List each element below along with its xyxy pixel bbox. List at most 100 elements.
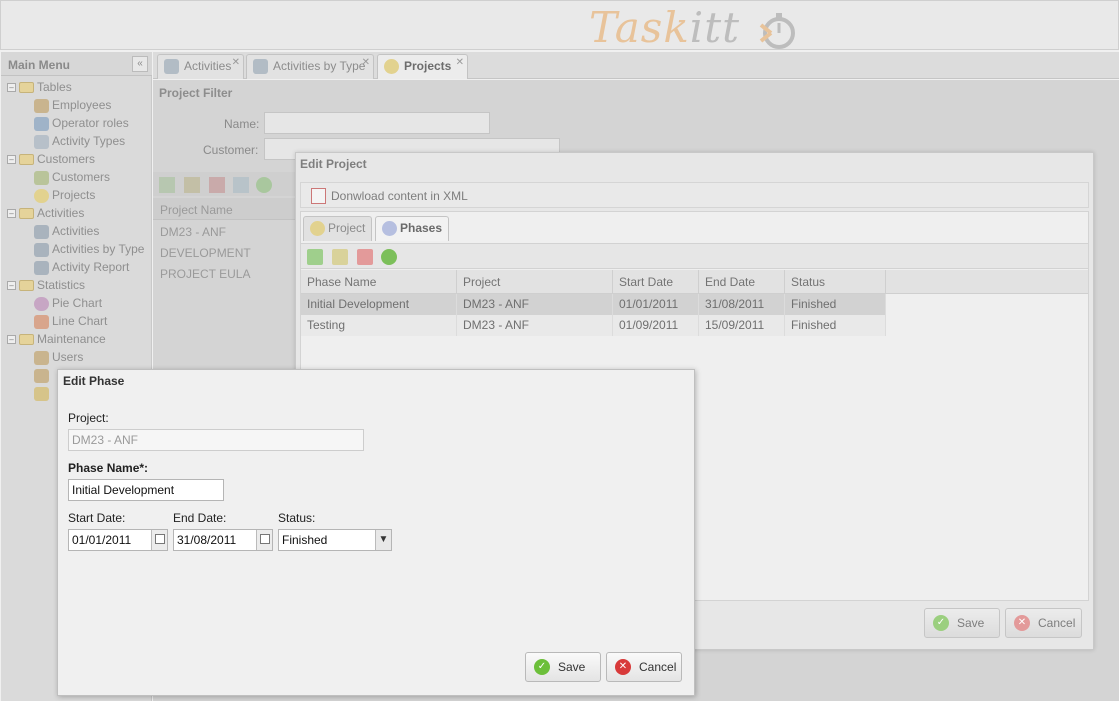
add-phase-icon[interactable]	[307, 249, 323, 265]
close-tab-icon[interactable]: ✕	[232, 51, 240, 74]
folder-icon	[19, 208, 34, 220]
tree-item-activity-types[interactable]: Activity Types	[34, 132, 125, 150]
tools-icon	[164, 59, 179, 74]
cell-status: Finished	[785, 294, 886, 315]
start-date-field[interactable]: 01/01/2011	[68, 529, 168, 551]
collapse-toggle-icon[interactable]: –	[7, 83, 16, 93]
add-icon[interactable]	[159, 177, 175, 193]
edit-icon[interactable]	[184, 177, 200, 193]
tree-item-customers-group[interactable]: – Customers	[7, 150, 95, 168]
tree-item-maintenance-group[interactable]: – Maintenance	[7, 330, 106, 348]
column-start-date[interactable]: Start Date	[613, 270, 699, 294]
cell-end-date: 31/08/2011	[699, 294, 785, 315]
tree-item-label: Operator roles	[52, 116, 129, 130]
check-icon: ✓	[534, 659, 550, 675]
column-phase-name[interactable]: Phase Name	[301, 270, 457, 294]
tree-item-label: Activities by Type	[52, 242, 145, 256]
pie-chart-icon	[34, 296, 49, 311]
project-row[interactable]: PROJECT EULA	[160, 267, 250, 281]
start-date-value: 01/01/2011	[72, 533, 132, 547]
customers-icon	[34, 170, 49, 185]
collapse-toggle-icon[interactable]: –	[7, 281, 16, 291]
tree-item-activities[interactable]: Activities	[34, 222, 99, 240]
column-end-date[interactable]: End Date	[699, 270, 785, 294]
chevron-down-icon[interactable]: ▼	[375, 530, 391, 550]
folder-icon	[19, 334, 34, 346]
calendar-icon[interactable]	[256, 530, 272, 550]
cell-start-date: 01/01/2011	[613, 294, 699, 315]
tree-item-label: Activity Types	[52, 134, 126, 148]
tree-item-activities-by-type[interactable]: Activities by Type	[34, 240, 144, 258]
cancel-button[interactable]: ✕ Cancel	[606, 652, 682, 682]
collapse-sidebar-icon[interactable]: «	[132, 56, 148, 72]
tree-item-operator-roles[interactable]: Operator roles	[34, 114, 129, 132]
collapse-toggle-icon[interactable]: –	[7, 209, 16, 219]
collapse-toggle-icon[interactable]: –	[7, 155, 16, 165]
close-tab-icon[interactable]: ✕	[456, 51, 464, 74]
lightbulb-icon	[34, 188, 49, 203]
delete-icon[interactable]	[209, 177, 225, 193]
refresh-icon[interactable]	[381, 249, 397, 265]
tab-label: Project	[328, 221, 366, 235]
table-row[interactable]: Initial Development DM23 - ANF 01/01/201…	[301, 294, 886, 315]
collapse-toggle-icon[interactable]: –	[7, 335, 16, 345]
tree-item-line-chart[interactable]: Line Chart	[34, 312, 107, 330]
close-tab-icon[interactable]: ✕	[362, 51, 370, 74]
project-row[interactable]: DM23 - ANF	[160, 225, 226, 239]
delete-phase-icon[interactable]	[357, 249, 373, 265]
tab-label: Activities	[184, 59, 232, 73]
save-label: Save	[558, 660, 586, 674]
status-select[interactable]: Finished ▼	[278, 529, 392, 551]
edit-project-title: Edit Project	[300, 157, 367, 171]
column-status[interactable]: Status	[785, 270, 886, 294]
export-icon[interactable]	[233, 177, 249, 193]
tab-activities[interactable]: Activities ✕	[157, 54, 244, 79]
phases-grid-header: Phase Name Project Start Date End Date S…	[301, 270, 1088, 294]
tree-item-label: Maintenance	[37, 332, 106, 346]
project-row[interactable]: DEVELOPMENT	[160, 246, 251, 260]
tree-item-users[interactable]: Users	[34, 348, 83, 366]
tree-item-tables[interactable]: – Tables	[7, 78, 72, 96]
tab-label: Projects	[404, 59, 452, 73]
project-filter-title: Project Filter	[159, 86, 233, 100]
clock-icon	[382, 221, 397, 236]
tab-phases[interactable]: Phases	[375, 216, 449, 241]
end-date-label: End Date:	[173, 511, 227, 525]
refresh-icon[interactable]	[256, 177, 272, 193]
logo-text-task: Task	[589, 3, 690, 52]
tab-projects[interactable]: Projects ✕	[377, 54, 468, 79]
tree-item-activity-report[interactable]: Activity Report	[34, 258, 129, 276]
tree-item-customers[interactable]: Customers	[34, 168, 110, 186]
calendar-icon[interactable]	[151, 530, 167, 550]
table-row[interactable]: Testing DM23 - ANF 01/09/2011 15/09/2011…	[301, 315, 886, 336]
project-grid-header: Project Name	[153, 198, 295, 220]
edit-phase-icon[interactable]	[332, 249, 348, 265]
tree-item-label: Activities	[37, 206, 85, 220]
cell-project: DM23 - ANF	[457, 294, 613, 315]
download-xml-button[interactable]: Donwload content in XML	[311, 187, 468, 205]
key-icon	[34, 386, 49, 401]
tab-activities-by-type[interactable]: Activities by Type ✕	[246, 54, 374, 79]
cancel-button[interactable]: ✕ Cancel	[1005, 608, 1082, 638]
cell-phase-name: Initial Development	[301, 294, 457, 315]
user-icon	[34, 368, 49, 383]
tree-item-hidden-2[interactable]	[34, 384, 52, 402]
customer-label: Customer:	[203, 143, 259, 157]
tab-project[interactable]: Project	[303, 216, 372, 241]
cancel-label: Cancel	[639, 660, 677, 674]
end-date-field[interactable]: 31/08/2011	[173, 529, 273, 551]
cell-phase-name: Testing	[301, 315, 457, 336]
name-filter-input[interactable]	[264, 112, 490, 134]
tree-item-employees[interactable]: Employees	[34, 96, 111, 114]
project-name-column[interactable]: Project Name	[160, 203, 233, 217]
phase-name-field[interactable]: Initial Development	[68, 479, 224, 501]
cell-project: DM23 - ANF	[457, 315, 613, 336]
save-button[interactable]: ✓ Save	[525, 652, 601, 682]
column-project[interactable]: Project	[457, 270, 613, 294]
tree-item-activities-group[interactable]: – Activities	[7, 204, 84, 222]
tree-item-statistics-group[interactable]: – Statistics	[7, 276, 85, 294]
tree-item-pie-chart[interactable]: Pie Chart	[34, 294, 102, 312]
save-button[interactable]: ✓ Save	[924, 608, 1000, 638]
tree-item-projects[interactable]: Projects	[34, 186, 95, 204]
tree-item-hidden-1[interactable]	[34, 366, 52, 384]
